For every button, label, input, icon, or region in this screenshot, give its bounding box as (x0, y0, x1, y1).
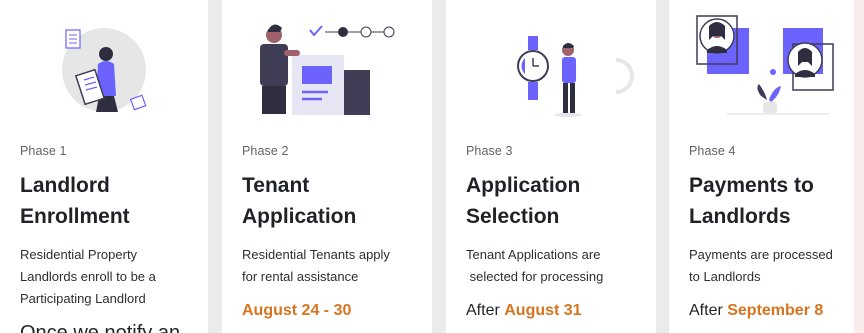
phase-date: After August 31 (466, 302, 582, 319)
phase-card-4: Phase 4 Payments to Landlords Payments a… (669, 0, 854, 333)
phase-description: Residential Tenants apply for rental ass… (242, 247, 390, 284)
phase-label: Phase 1 (20, 144, 67, 158)
profiles-illustration (696, 15, 834, 115)
document-woman-illustration (62, 28, 147, 112)
phase-title: Payments to Landlords (689, 174, 814, 228)
clock-man-illustration (517, 36, 634, 117)
phase-title: Landlord Enrollment (20, 174, 130, 228)
phase-title: Application Selection (466, 174, 581, 228)
phase-description: Residential Property Landlords enroll to… (20, 247, 156, 306)
phase-description: Payments are processed to Landlords (689, 247, 833, 284)
phase-label: Phase 4 (689, 144, 736, 158)
phase-cards: Phase 1 Landlord Enrollment Residential … (0, 0, 864, 333)
phase-card-1: Phase 1 Landlord Enrollment Residential … (0, 0, 208, 333)
phase-label: Phase 2 (242, 144, 289, 158)
phase-date: After September 8 (689, 302, 824, 319)
phase-description: Tenant Applications are selected for pro… (466, 247, 604, 284)
phase-label: Phase 3 (466, 144, 513, 158)
progress-steps-illustration (260, 24, 395, 115)
phase-card-2: Phase 2 Tenant Application Residential T… (222, 0, 432, 333)
phase-date: August 24 - 30 (242, 302, 352, 319)
page-edge (854, 0, 864, 333)
phase-card-3: Phase 3 Application Selection Tenant App… (446, 0, 656, 333)
clipped-text: Once we notify an (20, 322, 181, 333)
phase-title: Tenant Application (242, 174, 357, 228)
